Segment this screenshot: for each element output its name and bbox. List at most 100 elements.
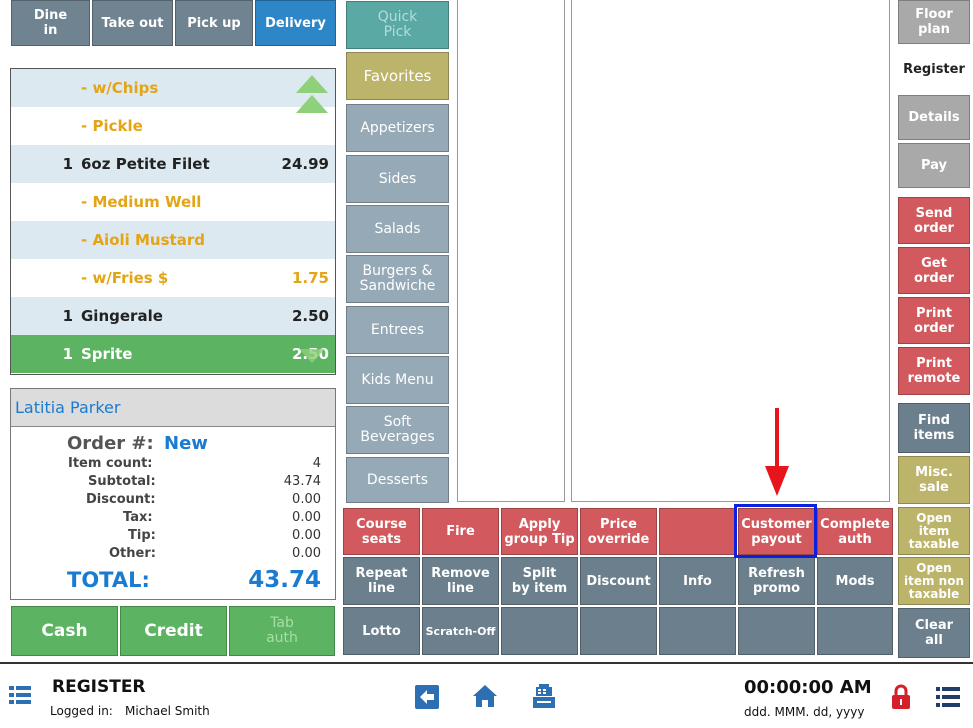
category-entrees[interactable]: Entrees [346, 306, 449, 354]
blank-function-button[interactable] [659, 607, 736, 655]
blank-function-button[interactable] [501, 607, 578, 655]
category-favorites[interactable]: Favorites [346, 52, 449, 100]
line-qty: 1 [62, 307, 73, 325]
line-name: - w/Fries $ [81, 269, 169, 287]
total-label: TOTAL: [67, 568, 150, 592]
subtotal-value: 43.74 [283, 474, 321, 489]
line-name: - w/Chips [81, 79, 159, 97]
open-item-non-taxable-button[interactable]: Open item non taxable [898, 557, 970, 605]
category-salads[interactable]: Salads [346, 205, 449, 253]
home-icon[interactable] [472, 684, 498, 708]
pay-button[interactable]: Pay [898, 143, 970, 188]
clock-time: 00:00:00 AM [744, 677, 872, 698]
line-name: Gingerale [81, 307, 163, 325]
item-count-value: 4 [312, 456, 321, 471]
category-appetizers[interactable]: Appetizers [346, 104, 449, 152]
customer-name[interactable]: Latitia Parker [11, 389, 335, 427]
page-title: REGISTER [52, 677, 146, 697]
item-count-label: Item count: [68, 456, 153, 471]
floor-plan-button[interactable]: Floor plan [898, 0, 970, 44]
repeat-line-button[interactable]: Repeat line [343, 557, 420, 605]
refresh-promo-button[interactable]: Refresh promo [738, 557, 815, 605]
misc-sale-button[interactable]: Misc. sale [898, 456, 970, 504]
scratch-off-button[interactable]: Scratch-Off [422, 607, 499, 655]
line-name: - Pickle [81, 117, 143, 135]
category-burgers-sandwiches[interactable]: Burgers & Sandwiche [346, 255, 449, 303]
order-line[interactable]: 1 Gingerale 2.50 [11, 297, 335, 335]
blank-function-button[interactable] [659, 508, 736, 555]
split-by-item-button[interactable]: Split by item [501, 557, 578, 605]
line-qty: 1 [62, 155, 73, 173]
mods-button[interactable]: Mods [817, 557, 893, 605]
bottom-bar: REGISTER Logged in: Michael Smith 00:00:… [0, 662, 973, 728]
open-item-taxable-button[interactable]: Open item taxable [898, 507, 970, 555]
blank-function-button[interactable] [817, 607, 893, 655]
subtotal-label: Subtotal: [88, 474, 156, 489]
highlight-box [734, 504, 817, 558]
order-line[interactable]: - Medium Well [11, 183, 335, 221]
discount-label: Discount: [86, 492, 156, 507]
apply-group-tip-button[interactable]: Apply group Tip [501, 508, 578, 555]
order-line[interactable]: - Aioli Mustard [11, 221, 335, 259]
details-button[interactable]: Details [898, 95, 970, 140]
menu-icon[interactable] [9, 686, 31, 704]
lock-icon[interactable] [891, 684, 911, 710]
order-line[interactable]: - Pickle [11, 107, 335, 145]
credit-button[interactable]: Credit [120, 606, 227, 656]
register-tab[interactable]: Register [898, 47, 970, 92]
order-list[interactable]: - w/Chips - Pickle 1 6oz Petite Filet 24… [10, 68, 336, 375]
category-desserts[interactable]: Desserts [346, 457, 449, 503]
complete-auth-button[interactable]: Complete auth [817, 508, 893, 555]
line-name: 6oz Petite Filet [81, 155, 210, 173]
cash-button[interactable]: Cash [11, 606, 118, 656]
discount-button[interactable]: Discount [580, 557, 657, 605]
tab-delivery[interactable]: Delivery [255, 0, 336, 46]
scroll-up-icon[interactable] [294, 73, 330, 117]
category-quick-pick[interactable]: Quick Pick [346, 1, 449, 49]
get-order-button[interactable]: Get order [898, 247, 970, 294]
line-qty: 1 [62, 345, 73, 363]
print-order-button[interactable]: Print order [898, 297, 970, 344]
subcategory-panel[interactable] [457, 0, 565, 502]
list-menu-icon[interactable] [936, 687, 960, 707]
course-seats-button[interactable]: Course seats [343, 508, 420, 555]
total-value: 43.74 [248, 567, 321, 593]
line-name: - Medium Well [81, 193, 202, 211]
print-remote-button[interactable]: Print remote [898, 347, 970, 395]
logged-in-label: Logged in: [50, 704, 113, 718]
other-label: Other: [109, 546, 156, 561]
blank-function-button[interactable] [738, 607, 815, 655]
blank-function-button[interactable] [580, 607, 657, 655]
line-name: Sprite [81, 345, 133, 363]
order-number-value: New [164, 433, 208, 454]
line-price: 1.75 [291, 269, 329, 287]
info-button[interactable]: Info [659, 557, 736, 605]
category-soft-beverages[interactable]: Soft Beverages [346, 406, 449, 454]
menu-items-panel[interactable] [571, 0, 890, 502]
scroll-down-icon[interactable] [297, 347, 327, 365]
tab-pick-up[interactable]: Pick up [175, 0, 253, 46]
category-kids-menu[interactable]: Kids Menu [346, 356, 449, 404]
send-order-button[interactable]: Send order [898, 197, 970, 244]
remove-line-button[interactable]: Remove line [422, 557, 499, 605]
find-items-button[interactable]: Find items [898, 403, 970, 453]
back-icon[interactable] [415, 685, 439, 709]
price-override-button[interactable]: Price override [580, 508, 657, 555]
clear-all-button[interactable]: Clear all [898, 608, 970, 658]
discount-value: 0.00 [292, 492, 321, 507]
user-name: Michael Smith [125, 704, 210, 718]
order-line-selected[interactable]: 1 Sprite 2.50 [11, 335, 335, 373]
lotto-button[interactable]: Lotto [343, 607, 420, 655]
cash-register-icon[interactable] [531, 683, 557, 709]
category-sides[interactable]: Sides [346, 155, 449, 203]
line-price: 24.99 [281, 155, 329, 173]
line-name: - Aioli Mustard [81, 231, 205, 249]
tab-take-out[interactable]: Take out [92, 0, 173, 46]
line-price: 2.50 [291, 307, 329, 325]
fire-button[interactable]: Fire [422, 508, 499, 555]
tab-auth-button[interactable]: Tab auth [229, 606, 335, 656]
order-line[interactable]: - w/Fries $ 1.75 [11, 259, 335, 297]
order-line[interactable]: 1 6oz Petite Filet 24.99 [11, 145, 335, 183]
order-line[interactable]: - w/Chips [11, 69, 335, 107]
tab-dine-in[interactable]: Dine in [11, 0, 90, 46]
